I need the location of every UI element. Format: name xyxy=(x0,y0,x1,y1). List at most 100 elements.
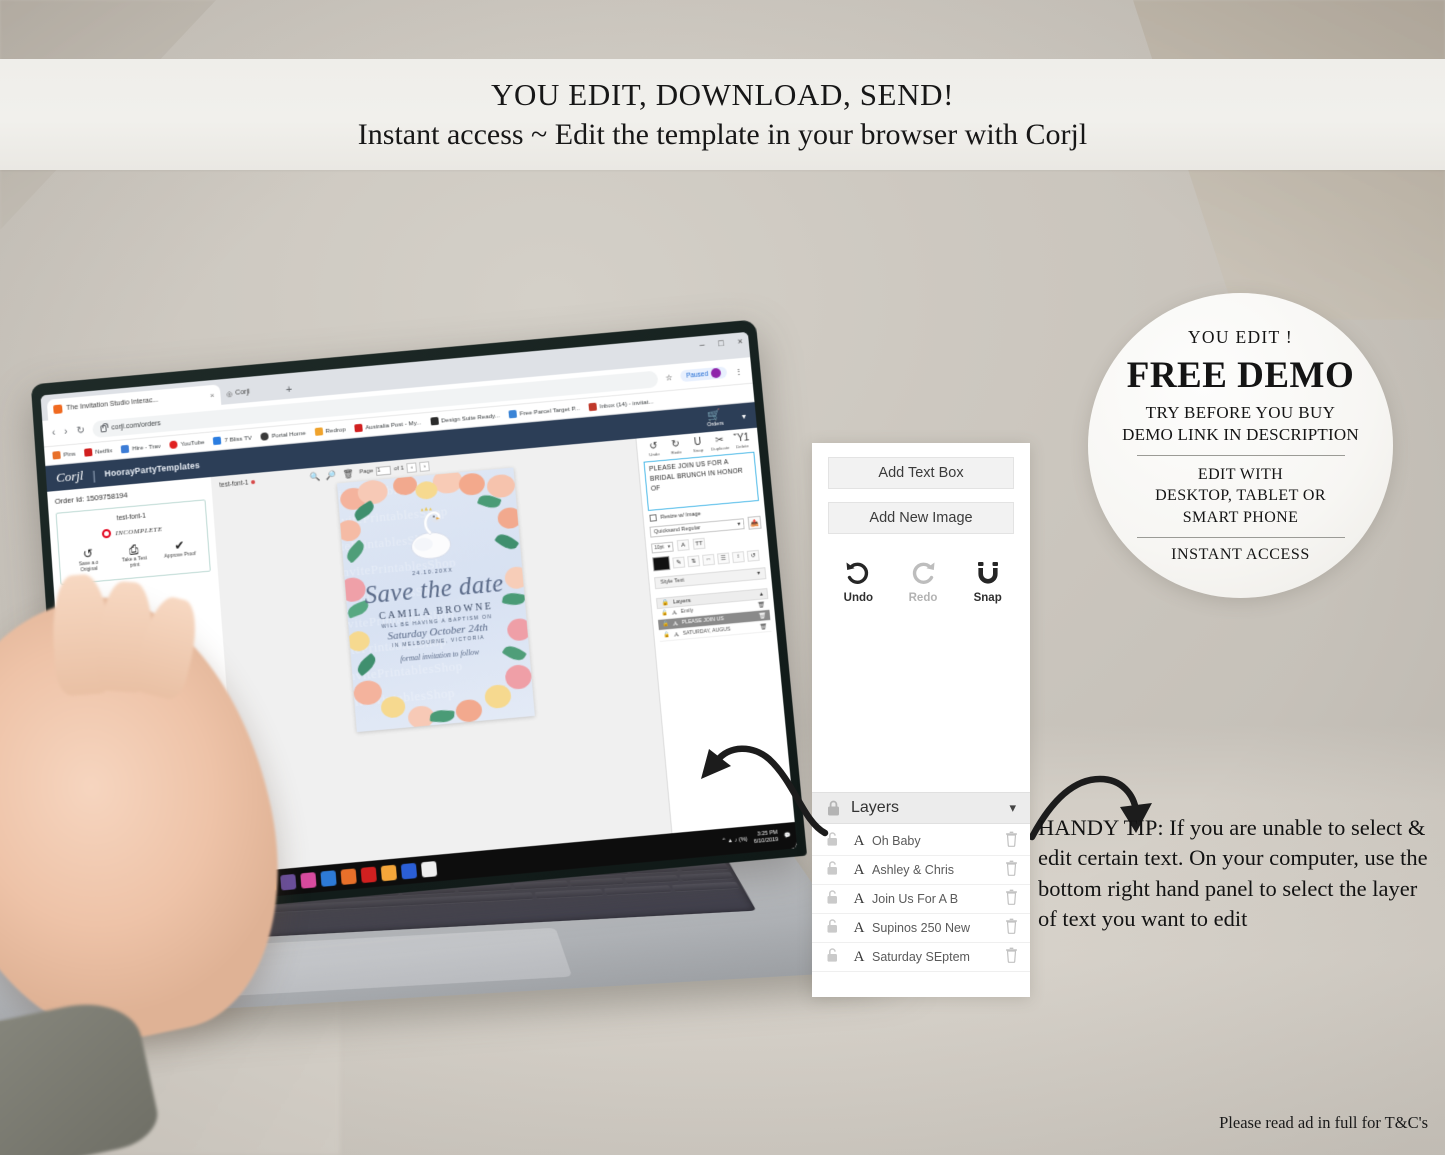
undo-button[interactable]: Undo xyxy=(840,559,877,604)
layers-panel-header[interactable]: Layers ▾ xyxy=(812,792,1030,824)
editor-snap-button[interactable]: U Snap xyxy=(687,436,709,454)
trash-icon[interactable] xyxy=(1000,889,1018,910)
page-number-input[interactable]: 1 xyxy=(375,465,392,476)
bookmark-item[interactable]: Hire - Trav xyxy=(120,442,161,454)
taskbar-app-icon[interactable] xyxy=(360,866,378,883)
taskbar-app-icon[interactable] xyxy=(300,871,317,889)
bookmark-item[interactable]: Portal Home xyxy=(260,429,306,441)
zoom-in-icon[interactable]: 🔍 xyxy=(309,471,320,483)
test-print-button[interactable]: ⎙ Take a Test print xyxy=(116,542,152,570)
lock-icon[interactable]: 🔓 xyxy=(662,621,669,628)
style-text-accordion[interactable]: Style Text ▾ xyxy=(654,567,767,590)
lock-icon[interactable]: 🔓 xyxy=(661,610,668,617)
orders-button[interactable]: 🛒 Orders xyxy=(706,409,724,428)
bookmark-item[interactable]: Redrop xyxy=(314,425,346,436)
add-text-box-button[interactable]: Add Text Box xyxy=(828,457,1014,489)
lock-icon[interactable]: 🔓 xyxy=(663,632,670,639)
editor-duplicate-button[interactable]: ✂ Duplicate xyxy=(709,434,731,452)
taskbar-app-icon[interactable] xyxy=(401,862,418,879)
unlock-icon[interactable] xyxy=(826,889,846,910)
bookmark-item[interactable]: Netflix xyxy=(84,446,113,457)
font-upload-button[interactable]: 📤 xyxy=(747,515,762,530)
header-separator: | xyxy=(91,467,97,483)
align-button[interactable]: ☰ xyxy=(716,552,730,564)
bookmark-item[interactable]: Design Suite Ready... xyxy=(429,411,500,426)
bookmark-item[interactable]: Pins xyxy=(52,450,76,460)
corjl-canvas-area: test-font-1 🔍 🔎 🗑 Page 1 of 1 ‹ › Invite… xyxy=(210,438,674,900)
forward-icon[interactable]: › xyxy=(64,426,68,437)
vertical-align-button[interactable]: ↕ xyxy=(731,550,745,563)
eyedropper-button[interactable]: ✎ xyxy=(672,556,686,569)
tab-close-icon[interactable]: × xyxy=(210,391,215,400)
bookmark-item[interactable]: Inbox (14) - invitat... xyxy=(588,398,654,412)
back-icon[interactable]: ‹ xyxy=(52,427,56,438)
trash-icon[interactable]: 🗑 xyxy=(758,612,766,620)
layer-row[interactable]: A Saturday SEptem xyxy=(812,943,1030,972)
unlock-icon[interactable] xyxy=(826,947,846,968)
resize-with-image-label: Resize w/ Image xyxy=(660,510,702,521)
delete-page-icon[interactable]: 🗑 xyxy=(342,468,354,480)
page-next-button[interactable]: › xyxy=(419,461,431,472)
trash-icon[interactable] xyxy=(1000,860,1018,881)
swan-illustration xyxy=(399,497,460,567)
bookmark-item[interactable]: YouTube xyxy=(169,438,205,450)
invitation-card[interactable]: InvitePrintablesShop InvitePrintablesSho… xyxy=(336,467,535,733)
avatar[interactable] xyxy=(710,367,722,379)
unlock-icon[interactable] xyxy=(826,918,846,939)
add-new-image-button[interactable]: Add New Image xyxy=(828,502,1014,534)
taskbar-app-icon[interactable] xyxy=(421,860,438,878)
text-color-swatch[interactable] xyxy=(652,555,671,572)
browser-menu-icon[interactable]: ⋮ xyxy=(734,366,743,376)
approve-proof-button[interactable]: ✔ Approve Proof xyxy=(162,538,198,566)
layer-row[interactable]: A Ashley & Chris xyxy=(812,856,1030,885)
editor-layer-name: SATURDAY, AUGUS xyxy=(682,626,731,637)
unlock-icon[interactable] xyxy=(826,860,846,881)
trash-icon[interactable]: 🗑 xyxy=(759,623,767,631)
redo-button[interactable]: Redo xyxy=(905,559,942,604)
bookmark-item[interactable]: Free Parcel Target P... xyxy=(508,404,580,419)
bookmark-star-icon[interactable]: ☆ xyxy=(665,373,673,382)
page-prev-button[interactable]: ‹ xyxy=(406,462,418,474)
profile-pill[interactable]: Paused xyxy=(679,366,728,383)
decrease-size-button[interactable]: A xyxy=(676,539,690,552)
window-minimize-icon[interactable]: – xyxy=(699,340,705,350)
bookmark-item[interactable]: Australia Post - My... xyxy=(354,418,422,433)
layer-row[interactable]: A Join Us For A B xyxy=(812,885,1030,914)
window-maximize-icon[interactable]: □ xyxy=(718,338,724,348)
trash-icon[interactable]: 🗑 xyxy=(757,601,765,609)
layer-row[interactable]: A Supinos 250 New xyxy=(812,914,1030,943)
reload-icon[interactable]: ↻ xyxy=(76,425,85,437)
trash-icon[interactable] xyxy=(1000,831,1018,852)
layer-name: Supinos 250 New xyxy=(872,921,970,935)
corjl-logo[interactable]: Corjl xyxy=(56,468,84,486)
document-tab[interactable]: test-font-1 xyxy=(219,478,256,489)
bookmark-item[interactable]: 7 Bliss TV xyxy=(213,434,252,446)
trash-icon[interactable] xyxy=(1000,947,1018,968)
chevron-down-icon[interactable]: ▾ xyxy=(1009,800,1016,816)
chevron-down-icon[interactable]: ▾ xyxy=(741,411,746,420)
text-edit-field[interactable]: PLEASE JOIN US FOR A BRIDAL BRUNCH IN HO… xyxy=(643,451,759,511)
increase-size-button[interactable]: TT xyxy=(692,537,706,550)
new-tab-button[interactable]: + xyxy=(285,384,293,399)
editor-undo-button[interactable]: ↺ Undo xyxy=(643,440,665,458)
save-original-button[interactable]: ↺ Save a.o Original xyxy=(71,546,107,574)
editor-delete-button[interactable]: Ὕ1 Delete xyxy=(731,432,753,450)
zoom-out-icon[interactable]: 🔎 xyxy=(326,469,337,481)
taskbar-app-icon[interactable] xyxy=(380,864,398,881)
check-icon: ✔ xyxy=(173,538,185,553)
editor-redo-button[interactable]: ↻ Redo xyxy=(665,438,687,456)
badge-demo-link: DEMO LINK IN DESCRIPTION xyxy=(1122,424,1359,444)
document-tab-label: test-font-1 xyxy=(219,479,249,489)
line-height-button[interactable]: ⇅ xyxy=(687,554,701,567)
taskbar-app-icon[interactable] xyxy=(280,873,297,891)
taskbar-app-icon[interactable] xyxy=(320,869,337,887)
order-card[interactable]: test-font-1 INCOMPLETE ↺ Save a.o Origin… xyxy=(55,499,211,585)
letter-spacing-button[interactable]: ↔ xyxy=(702,553,715,566)
font-size-select[interactable]: 10pt ▾ xyxy=(650,541,674,554)
taskbar-app-icon[interactable] xyxy=(340,867,357,885)
trash-icon[interactable] xyxy=(1000,918,1018,939)
layer-row[interactable]: A Oh Baby xyxy=(812,827,1030,856)
curve-text-button[interactable]: ↺ xyxy=(746,549,760,562)
snap-button[interactable]: Snap xyxy=(969,559,1006,604)
window-close-icon[interactable]: × xyxy=(737,336,743,346)
